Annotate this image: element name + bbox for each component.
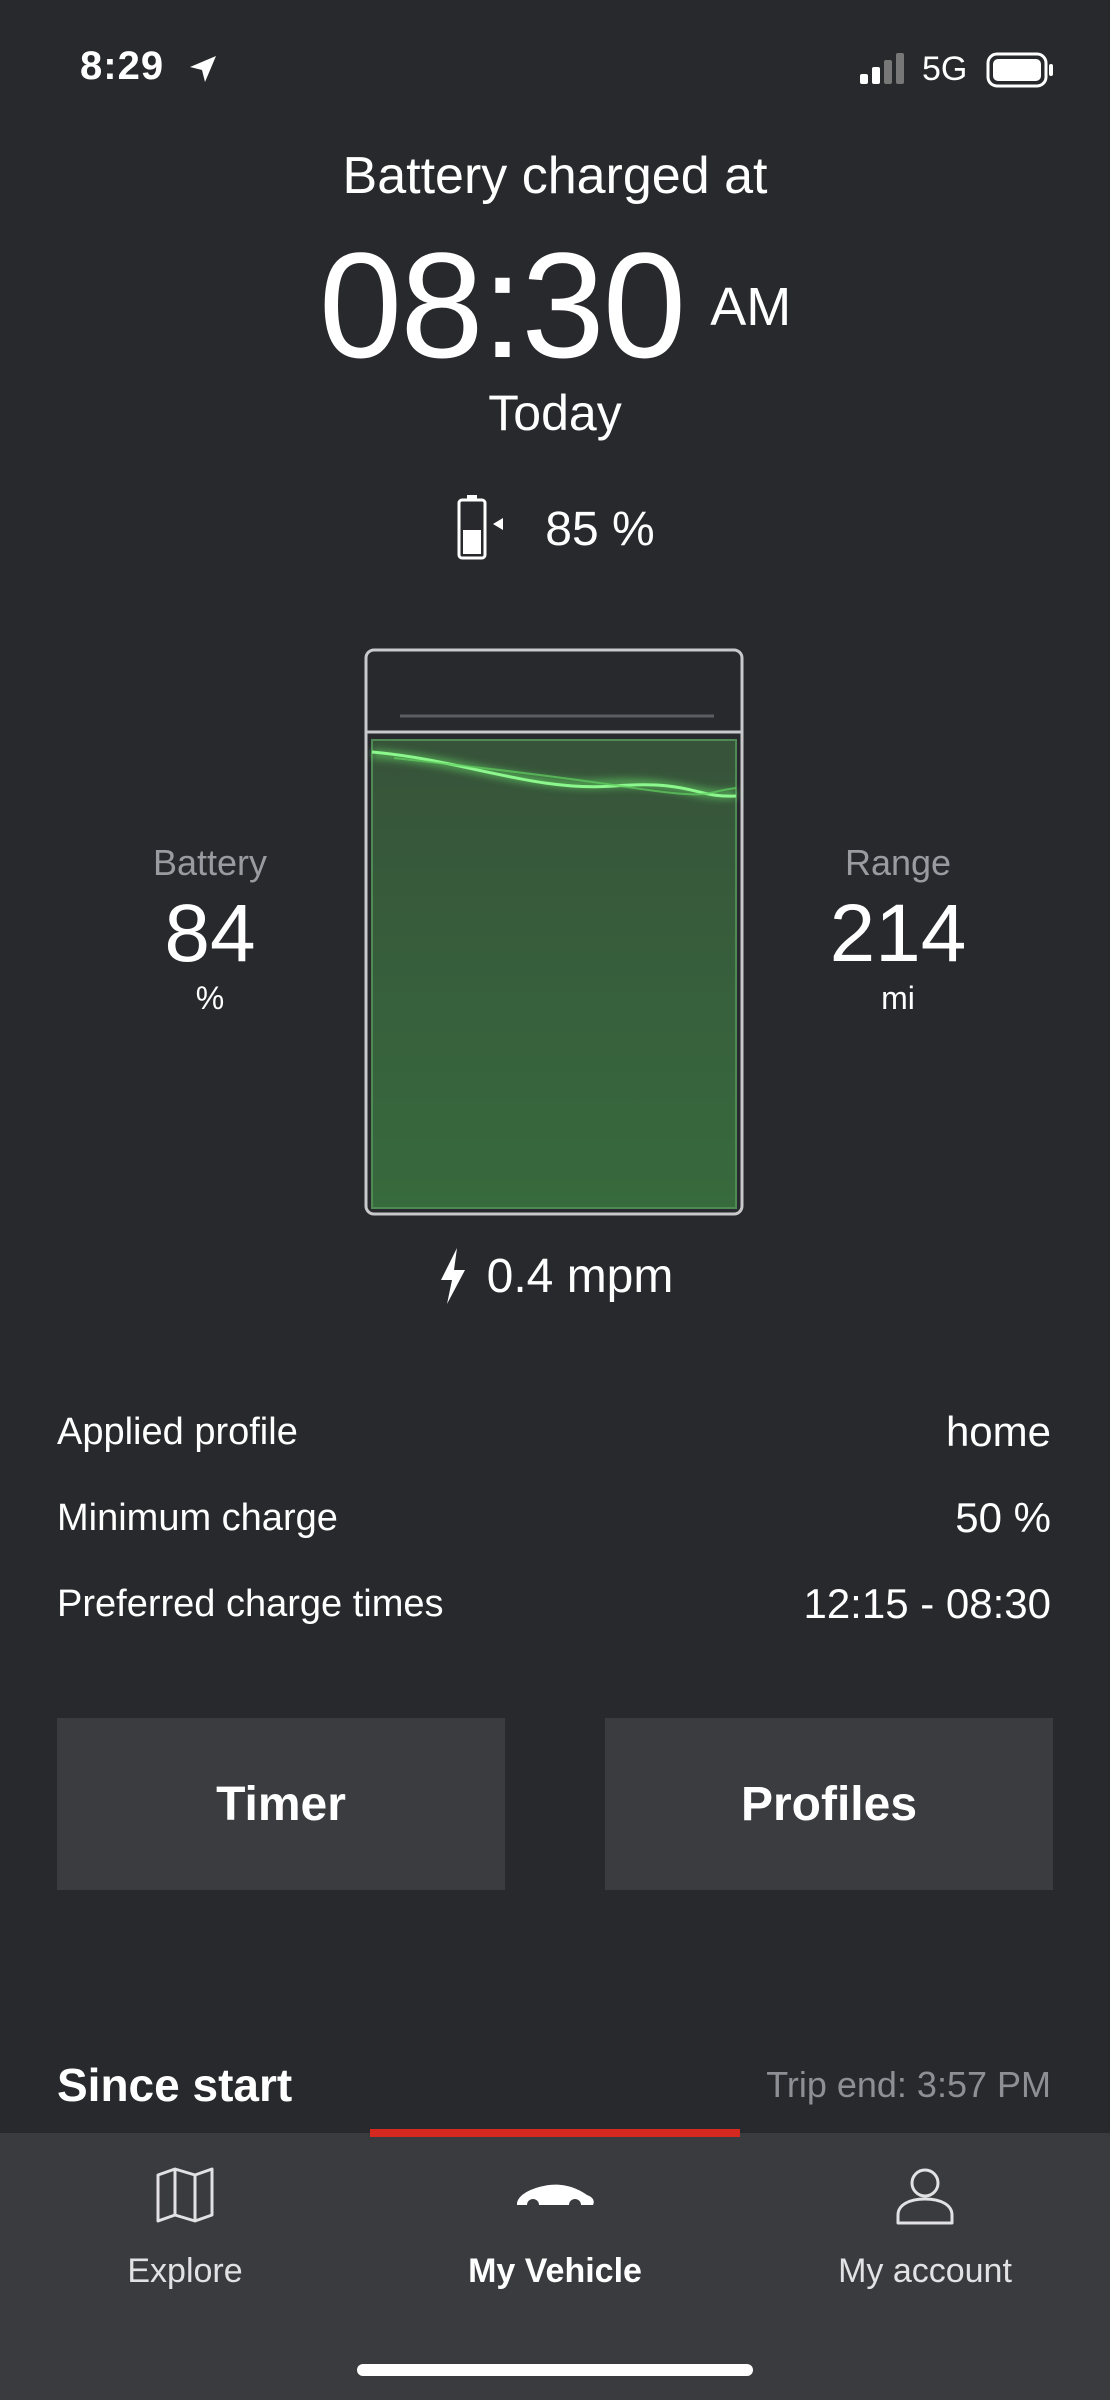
nav-my-account-label: My account [838, 2252, 1012, 2290]
since-start-title: Since start [57, 2059, 293, 2111]
range-label: Range [844, 842, 952, 883]
preferred-times-label: Preferred charge times [57, 1582, 444, 1625]
range-metric: Range 214 mi [778, 842, 1018, 1017]
applied-profile-label: Applied profile [57, 1410, 298, 1453]
status-time: 8:29 [80, 44, 165, 88]
signal-icon [860, 53, 904, 84]
home-indicator [357, 2364, 753, 2376]
battery-fill [371, 739, 737, 1209]
battery-label: Battery [152, 842, 268, 883]
range-value: 214 [829, 888, 967, 979]
minimum-charge-value: 50 % [955, 1494, 1051, 1541]
minimum-charge-label: Minimum charge [57, 1496, 338, 1539]
applied-profile-value: home [945, 1408, 1051, 1455]
battery-gauge [364, 648, 744, 1216]
battery-target-icon [457, 495, 504, 560]
nav-my-vehicle-label: My Vehicle [468, 2252, 642, 2290]
timer-button[interactable]: Timer [57, 1718, 505, 1890]
applied-profile-row: Applied profile home [57, 1402, 1051, 1462]
target-charge-value: 85 % [545, 502, 655, 556]
charged-time-ampm: AM [710, 277, 792, 337]
trip-end: Trip end: 3:57 PM [766, 2064, 1051, 2105]
nav-my-account[interactable]: My account [740, 2160, 1110, 2291]
map-icon [156, 2167, 214, 2223]
network-type: 5G [922, 50, 968, 88]
nav-explore[interactable]: Explore [0, 2160, 370, 2291]
location-arrow-icon [190, 56, 216, 82]
car-icon [517, 2184, 594, 2211]
target-charge: 85 % [0, 494, 1110, 564]
battery-unit: % [195, 980, 225, 1016]
charged-at-title: Battery charged at [342, 147, 768, 205]
battery-metric: Battery 84 % [90, 842, 330, 1017]
charged-day: Today [488, 385, 622, 441]
charged-time-group: 08:30 AM [0, 230, 1110, 380]
battery-value: 84 [164, 888, 256, 979]
profiles-button[interactable]: Profiles [605, 1718, 1053, 1890]
battery-status-icon [986, 52, 1053, 88]
preferred-times-row: Preferred charge times 12:15 - 08:30 [57, 1574, 1051, 1634]
range-unit: mi [881, 980, 915, 1016]
active-tab-indicator [370, 2129, 740, 2137]
charge-rate: 0.4 mpm [0, 1248, 1110, 1304]
charge-rate-value: 0.4 mpm [486, 1249, 674, 1303]
charged-time: 08:30 [318, 221, 686, 389]
lightning-bolt-icon [440, 1248, 465, 1304]
nav-my-vehicle[interactable]: My Vehicle [370, 2160, 740, 2291]
preferred-times-value: 12:15 - 08:30 [803, 1580, 1051, 1627]
nav-explore-label: Explore [127, 2252, 243, 2290]
person-icon [896, 2168, 954, 2225]
minimum-charge-row: Minimum charge 50 % [57, 1488, 1051, 1548]
